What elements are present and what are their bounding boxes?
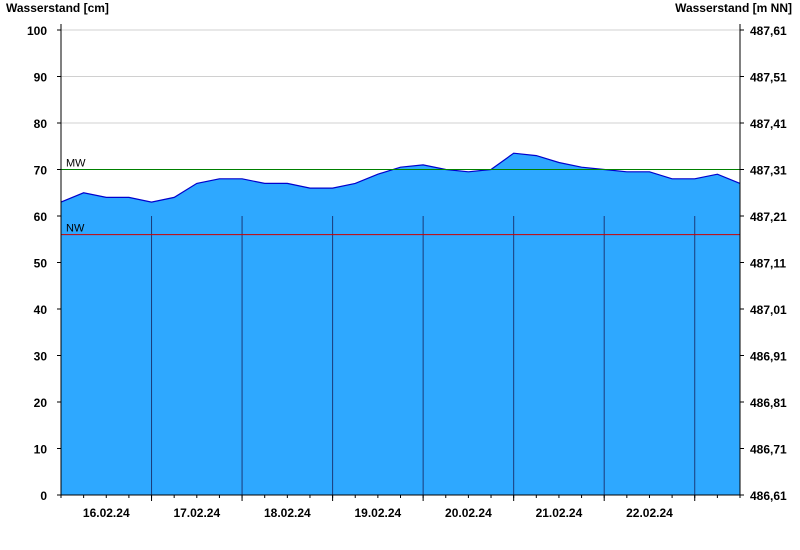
- y-tick-label-right: 487,01: [750, 303, 787, 317]
- water-level-area: [61, 153, 740, 495]
- y-tick-label-left: 90: [34, 71, 48, 85]
- y-tick-label-left: 30: [34, 350, 48, 364]
- y-tick-label-left: 50: [34, 257, 48, 271]
- y-tick-label-right: 487,11: [750, 257, 786, 271]
- y-tick-label-left: 40: [34, 303, 48, 317]
- y-tick-label-left: 60: [34, 210, 48, 224]
- x-tick-label: 17.02.24: [173, 506, 220, 520]
- y-tick-label-right: 486,71: [750, 443, 787, 457]
- water-level-chart: MW NW 0 486,61 10 486,71 20 486,81 30 486,91 40 48…: [27, 24, 787, 520]
- reference-label-mw: MW: [66, 158, 86, 170]
- y-tick-label-right: 487,41: [750, 117, 787, 131]
- y-tick-label-left: 70: [34, 164, 48, 178]
- y-tick-label-right: 487,21: [750, 210, 787, 224]
- y-tick-label-right: 486,61: [750, 489, 787, 503]
- y-tick-label-right: 487,61: [750, 24, 787, 38]
- y-axis-left-label: Wasserstand [cm]: [6, 1, 109, 15]
- x-tick-label: 16.02.24: [83, 506, 130, 520]
- x-tick-label: 21.02.24: [536, 506, 583, 520]
- y-tick-label-right: 486,91: [750, 350, 787, 364]
- y-axis-right-label: Wasserstand [m NN]: [675, 1, 792, 15]
- y-tick-label-right: 487,51: [750, 71, 787, 85]
- x-tick-label: 18.02.24: [264, 506, 311, 520]
- x-tick-label: 19.02.24: [355, 506, 402, 520]
- reference-label-nw: NW: [66, 223, 85, 235]
- y-tick-label-right: 487,31: [750, 164, 787, 178]
- y-tick-label-right: 486,81: [750, 396, 787, 410]
- y-tick-label-left: 10: [34, 443, 48, 457]
- y-tick-label-left: 20: [34, 396, 48, 410]
- area-layer: [60, 152, 741, 495]
- y-tick-label-left: 80: [34, 117, 48, 131]
- x-tick-label: 20.02.24: [445, 506, 492, 520]
- x-tick-label: 22.02.24: [626, 506, 673, 520]
- y-tick-label-left: 100: [27, 24, 47, 38]
- y-tick-label-left: 0: [40, 489, 47, 503]
